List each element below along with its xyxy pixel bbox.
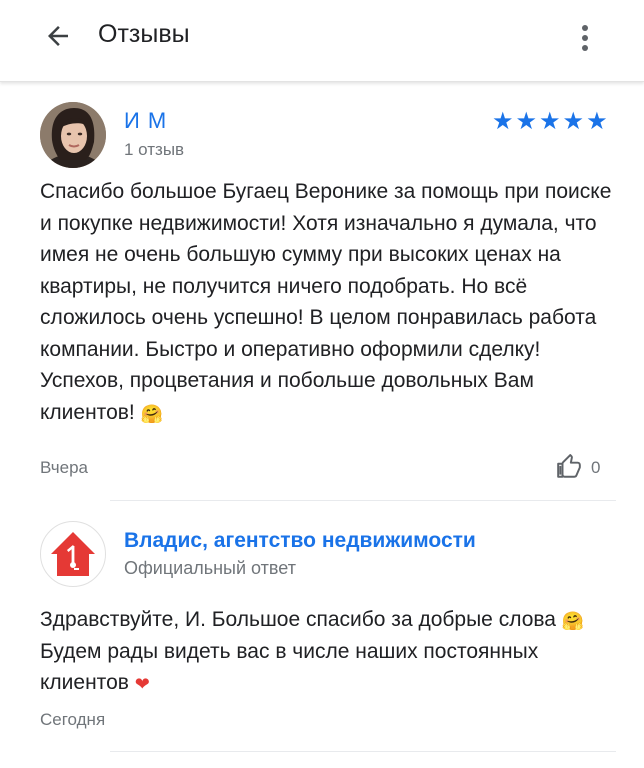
avatar-image <box>40 102 106 168</box>
reply-date: Сегодня <box>40 710 106 729</box>
official-reply-label: Официальный ответ <box>124 558 296 578</box>
star-icon: ★ <box>539 108 561 135</box>
divider <box>110 500 616 501</box>
star-icon: ★ <box>586 108 608 135</box>
star-icon: ★ <box>492 108 514 135</box>
review-date: Вчера <box>40 458 88 477</box>
app-bar: Отзывы <box>0 0 644 82</box>
divider <box>110 751 616 752</box>
review-body: Спасибо большое Бугаец Веронике за помощ… <box>40 180 612 424</box>
reply-body-part1: Здравствуйте, И. Большое спасибо за добр… <box>40 608 556 631</box>
business-name[interactable]: Владис, агентство недвижимости <box>124 529 476 553</box>
like-button[interactable] <box>554 452 584 482</box>
hugging-face-emoji: 🤗 <box>561 611 585 631</box>
back-button[interactable] <box>32 14 84 58</box>
reviewer-name[interactable]: И М <box>124 108 167 134</box>
hugging-face-emoji: 🤗 <box>140 403 164 424</box>
arrow-back-icon <box>48 26 68 46</box>
thumb-up-icon <box>557 454 581 478</box>
reviewer-reviews-count: 1 отзыв <box>124 140 185 159</box>
more-vert-icon <box>582 25 588 51</box>
reviewer-avatar[interactable] <box>40 102 106 168</box>
like-count: 0 <box>591 458 601 477</box>
star-rating: ★ ★ ★ ★ ★ <box>492 110 608 134</box>
red-heart-emoji: ❤ <box>134 674 150 694</box>
reply-text: Здравствуйте, И. Большое спасибо за добр… <box>40 604 616 699</box>
page-title: Отзывы <box>98 20 190 48</box>
star-icon: ★ <box>515 108 538 135</box>
star-icon: ★ <box>562 108 585 135</box>
more-options-button[interactable] <box>566 14 604 62</box>
review-text: Спасибо большое Бугаец Веронике за помощ… <box>40 176 616 428</box>
reply-body-part2: Будем рады видеть вас в числе наших пост… <box>40 639 539 695</box>
house-logo-icon <box>51 532 95 576</box>
business-logo[interactable] <box>40 521 106 587</box>
